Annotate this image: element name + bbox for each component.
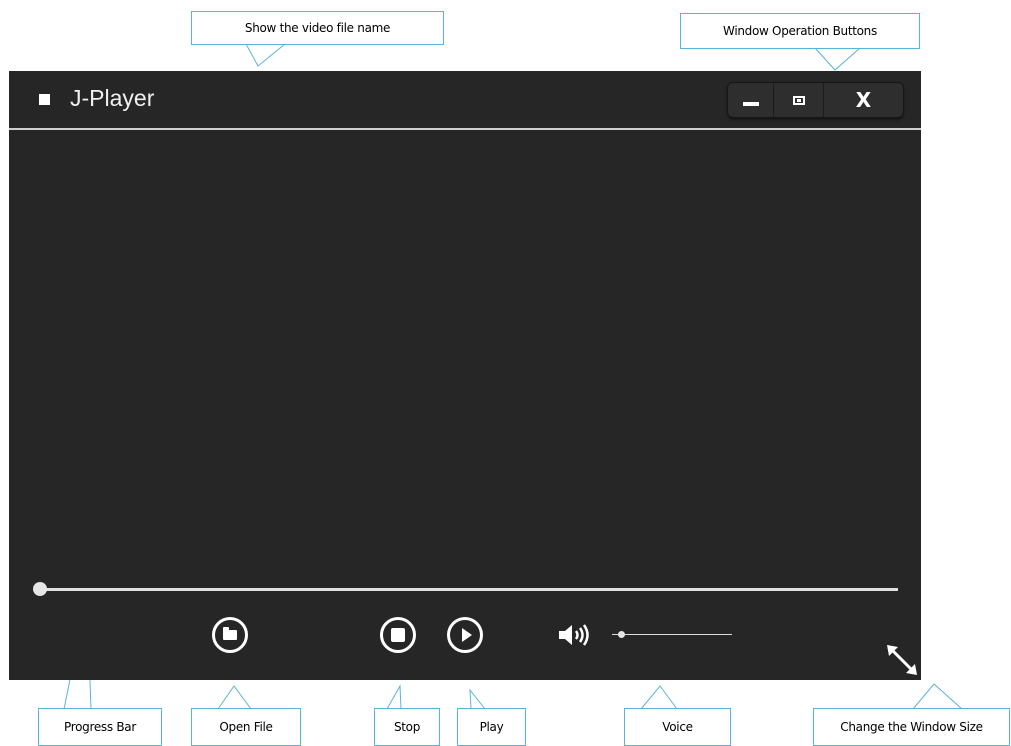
maximize-button[interactable]	[774, 83, 824, 117]
video-file-name: J-Player	[70, 85, 155, 111]
app-icon	[39, 94, 50, 105]
stop-button[interactable]	[380, 617, 416, 653]
minimize-button[interactable]	[728, 83, 775, 117]
callout-open-file: Open File	[191, 708, 301, 746]
callout-window-buttons: Window Operation Buttons	[680, 13, 920, 49]
speaker-icon[interactable]	[557, 623, 595, 647]
player-window: J-Player X	[9, 71, 921, 680]
minimize-icon	[742, 102, 759, 106]
resize-diagonal-icon[interactable]	[885, 643, 919, 677]
volume-slider[interactable]	[612, 634, 732, 635]
play-button[interactable]	[447, 617, 483, 653]
stop-icon	[391, 628, 405, 642]
title-bar[interactable]: J-Player X	[9, 71, 921, 129]
callout-progress-bar: Progress Bar	[38, 708, 162, 746]
open-file-button[interactable]	[212, 617, 248, 653]
close-icon: X	[855, 88, 872, 112]
callout-show-file-name: Show the video file name	[191, 11, 444, 45]
video-display[interactable]	[9, 130, 921, 580]
volume-handle[interactable]	[618, 631, 625, 638]
folder-icon	[223, 627, 237, 640]
progress-bar[interactable]	[40, 588, 898, 591]
close-button[interactable]: X	[824, 83, 903, 117]
callout-voice: Voice	[624, 708, 731, 746]
maximize-icon	[792, 95, 805, 105]
callout-change-window-size: Change the Window Size	[813, 708, 1010, 746]
progress-handle[interactable]	[33, 582, 47, 596]
callout-play: Play	[457, 708, 526, 746]
window-operation-buttons: X	[728, 83, 903, 117]
callout-stop: Stop	[374, 708, 440, 746]
play-icon	[462, 628, 472, 642]
